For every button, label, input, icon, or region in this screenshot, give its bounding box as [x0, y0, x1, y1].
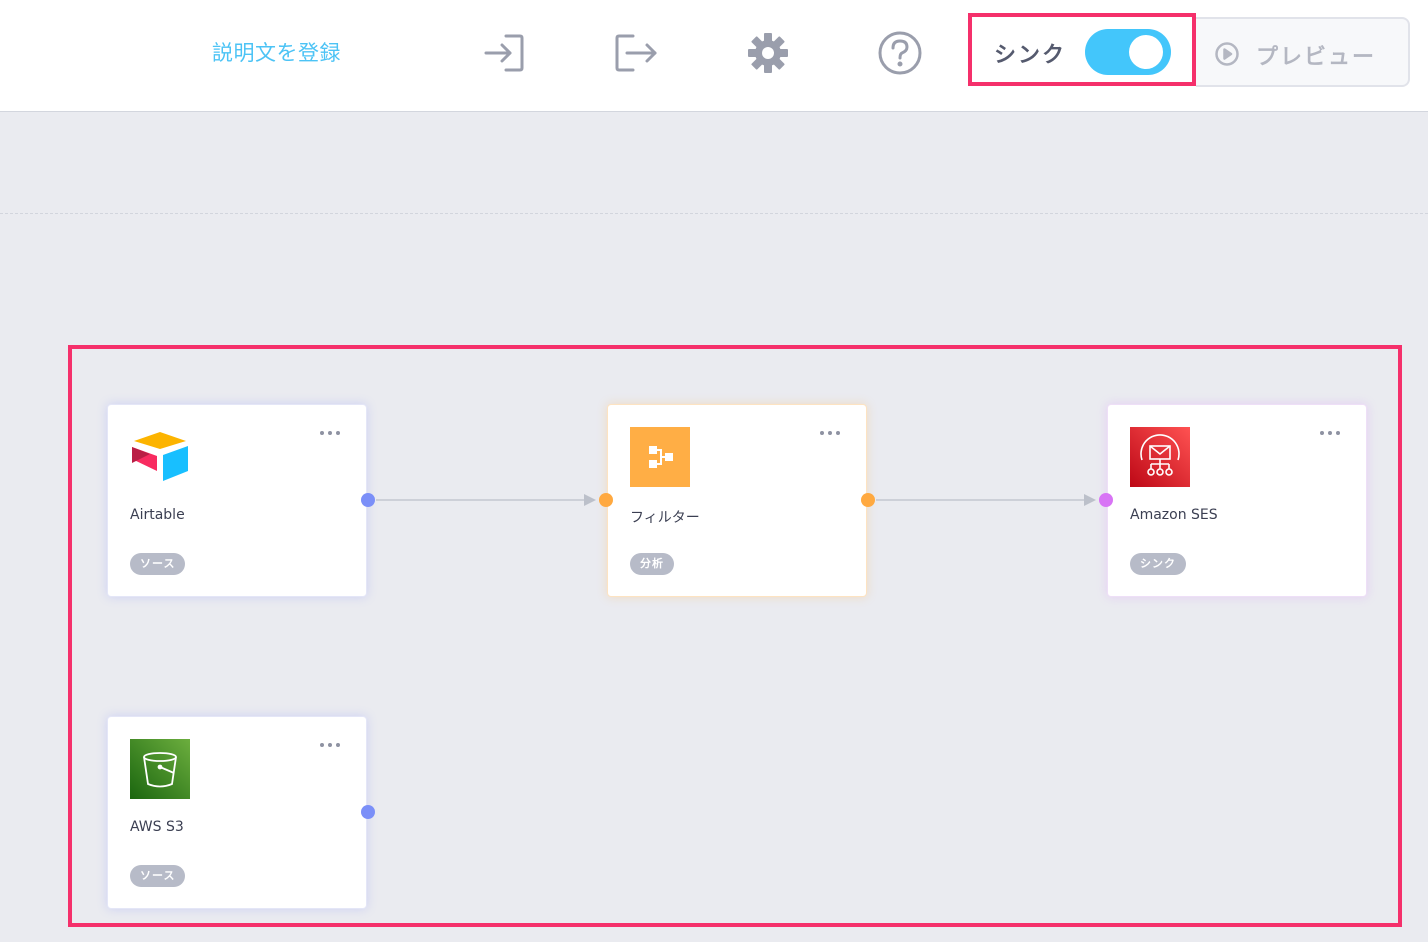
node-title: フィルター [630, 510, 700, 526]
s3-bucket-icon [130, 739, 190, 799]
preview-button[interactable]: プレビュー [1196, 17, 1410, 87]
filter-output-port[interactable] [861, 493, 875, 507]
airtable-logo-icon [130, 427, 190, 487]
node-type-badge: ソース [130, 865, 186, 887]
airtable-output-port[interactable] [361, 493, 375, 507]
filter-input-port[interactable] [599, 493, 613, 507]
s3-output-port[interactable] [361, 805, 375, 819]
node-type-badge: シンク [1130, 553, 1186, 575]
gear-icon[interactable] [745, 30, 791, 76]
node-filter[interactable]: フィルター 分析 [607, 404, 867, 597]
node-menu-icon[interactable] [820, 427, 844, 439]
play-circle-icon [1214, 41, 1240, 67]
ses-input-port[interactable] [1099, 493, 1113, 507]
filter-flow-icon [630, 427, 690, 487]
canvas-guide-line [0, 213, 1428, 214]
amazon-ses-icon [1130, 427, 1190, 487]
node-menu-icon[interactable] [1320, 427, 1344, 439]
help-circle-icon[interactable] [877, 30, 923, 76]
preview-label: プレビュー [1256, 45, 1377, 70]
node-menu-icon[interactable] [320, 427, 344, 439]
sync-toggle-group: シンク [968, 13, 1196, 86]
node-menu-icon[interactable] [320, 739, 344, 751]
import-icon[interactable] [482, 30, 528, 76]
register-description-link[interactable]: 説明文を登録 [212, 37, 341, 67]
toggle-knob [1129, 35, 1163, 69]
node-title: Airtable [130, 507, 185, 523]
node-aws-s3[interactable]: AWS S3 ソース [107, 716, 367, 909]
node-amazon-ses[interactable]: Amazon SES シンク [1107, 404, 1367, 597]
top-toolbar: 説明文を登録 シンク プレビュー [0, 0, 1428, 112]
export-icon[interactable] [613, 30, 659, 76]
node-airtable[interactable]: Airtable ソース [107, 404, 367, 597]
sync-toggle-switch[interactable] [1085, 29, 1171, 75]
node-title: Amazon SES [1130, 507, 1218, 523]
node-type-badge: ソース [130, 553, 186, 575]
node-title: AWS S3 [130, 819, 184, 835]
node-type-badge: 分析 [630, 553, 674, 575]
sync-label: シンク [994, 43, 1067, 68]
